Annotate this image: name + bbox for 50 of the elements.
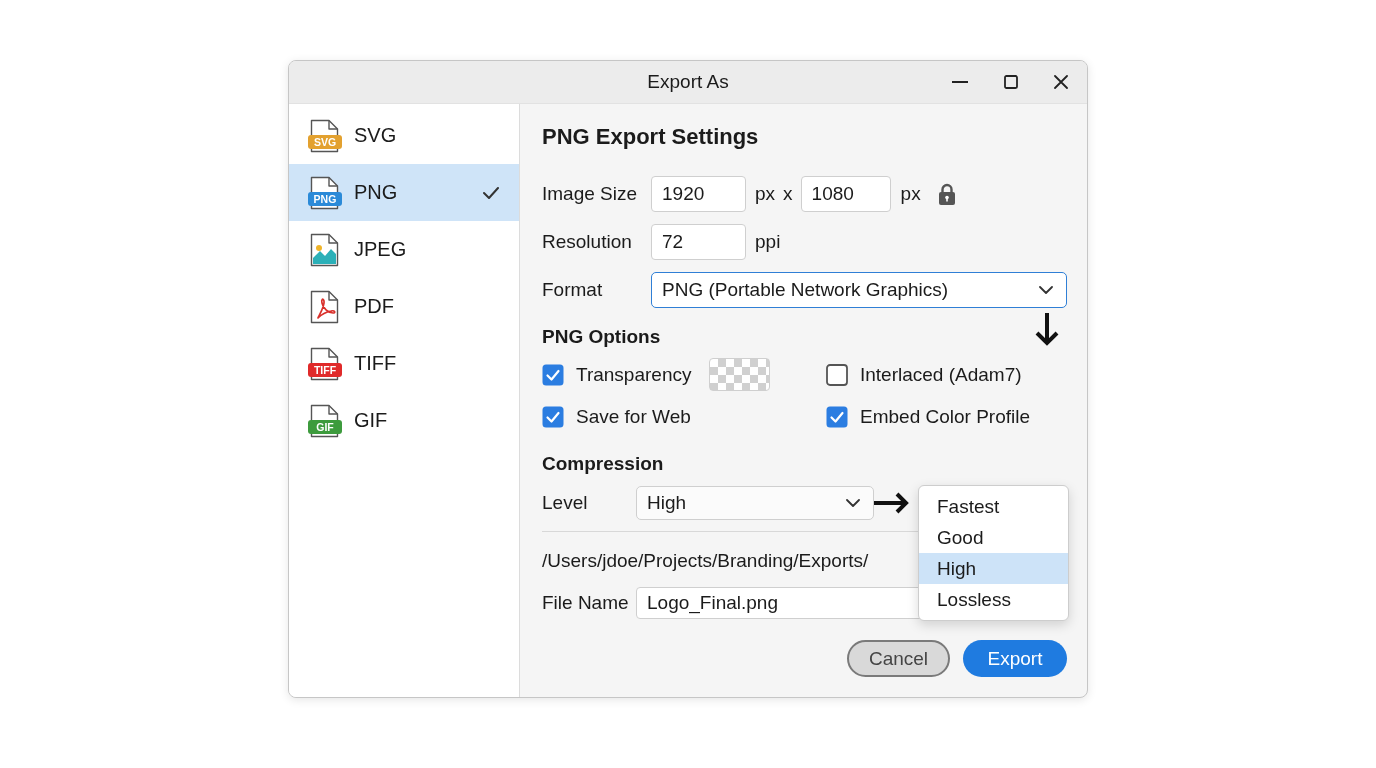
format-list-item[interactable]: GIF GIF — [289, 392, 519, 449]
checkbox[interactable] — [542, 363, 564, 386]
resolution-input[interactable]: 72 — [651, 224, 746, 260]
chevron-down-icon — [846, 499, 860, 507]
cancel-button[interactable]: Cancel — [847, 640, 950, 677]
section-heading: PNG Options — [542, 325, 661, 349]
separator-label: x — [783, 183, 793, 205]
width-input[interactable]: 1920 — [651, 176, 746, 212]
format-list-item[interactable]: JPEG — [289, 221, 519, 278]
checkbox-label[interactable]: Interlaced (Adam7) — [860, 363, 1022, 386]
folder-path: /Users/jdoe/Projects/Branding/Exports/ — [542, 550, 869, 572]
field-label: File Name — [542, 592, 630, 614]
format-dropdown[interactable]: PNG (Portable Network Graphics) — [651, 272, 1067, 308]
format-list-item[interactable]: SVG SVG — [289, 107, 519, 164]
format-list-item[interactable]: TIFF TIFF — [289, 335, 519, 392]
checkbox[interactable] — [826, 363, 848, 386]
section-heading: Compression — [542, 452, 664, 476]
menu-option[interactable]: High — [919, 553, 1068, 584]
checkmark-icon — [483, 186, 499, 199]
field-label: Level — [542, 492, 589, 514]
close-icon[interactable] — [1054, 75, 1068, 89]
checkbox[interactable] — [542, 406, 564, 428]
format-list-item[interactable]: PNG PNG — [289, 164, 519, 221]
menu-option[interactable]: Fastest — [919, 491, 1068, 522]
pdf-file-icon — [310, 289, 340, 324]
height-input[interactable]: 1080 — [800, 176, 891, 212]
maximize-icon[interactable] — [1004, 75, 1018, 89]
lock-icon[interactable] — [937, 183, 956, 205]
checkerboard-swatch-icon — [709, 358, 771, 391]
field-label: Format — [542, 279, 604, 301]
checkbox-label[interactable]: Save for Web — [576, 406, 691, 428]
down-arrow-icon — [1034, 312, 1060, 346]
window-title: Export As — [647, 70, 729, 94]
checkbox-label[interactable]: Transparency — [576, 363, 692, 386]
export-button[interactable]: Export — [963, 640, 1067, 677]
right-arrow-icon — [874, 492, 910, 514]
unit-label: px — [755, 183, 776, 205]
level-dropdown[interactable]: High — [636, 486, 874, 520]
format-list-item[interactable]: PDF — [289, 278, 519, 335]
menu-option[interactable]: Good — [919, 522, 1068, 553]
chevron-down-icon — [1039, 286, 1053, 294]
field-label: Image Size — [542, 183, 639, 205]
field-label: Resolution — [542, 231, 633, 253]
checkbox[interactable] — [826, 406, 848, 428]
menu-option[interactable]: Lossless — [919, 584, 1068, 615]
unit-label: ppi — [755, 231, 781, 253]
image-file-icon — [310, 232, 340, 267]
unit-label: px — [900, 183, 921, 205]
settings-title: PNG Export Settings — [542, 123, 759, 151]
checkbox-label[interactable]: Embed Color Profile — [860, 406, 1031, 428]
